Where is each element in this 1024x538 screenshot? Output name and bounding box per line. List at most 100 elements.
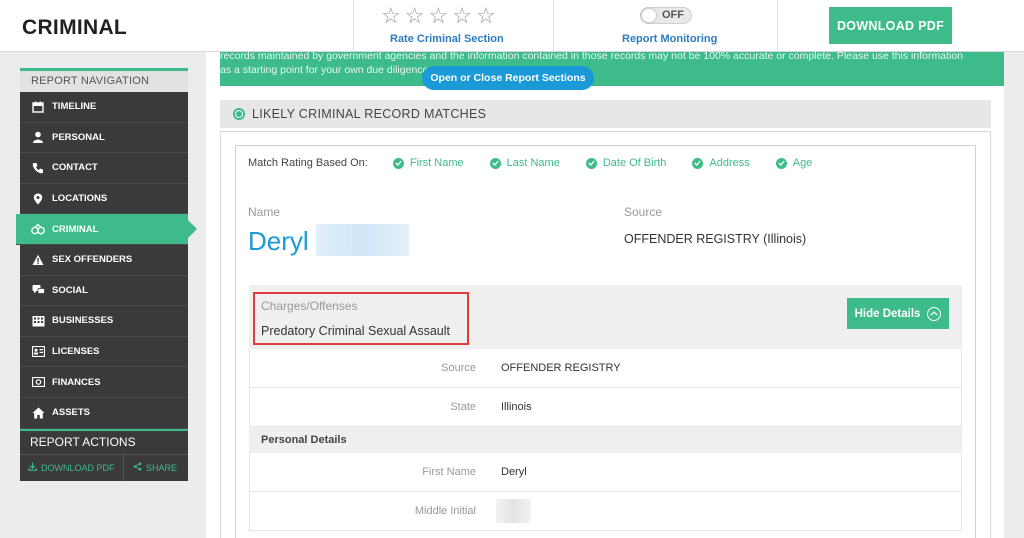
redacted-last-name	[316, 224, 409, 256]
sidebar-item-social[interactable]: SOCIAL	[20, 275, 188, 307]
table-row: Source OFFENDER REGISTRY	[249, 349, 962, 388]
match-rating-row: Match Rating Based On: First Name Last N…	[248, 157, 838, 169]
detail-key: State	[450, 401, 476, 413]
sidebar-item-finances[interactable]: FINANCES	[20, 367, 188, 398]
table-row: First Name Deryl	[249, 453, 962, 492]
star-icon[interactable]: ☆	[405, 5, 425, 27]
share-action-label: SHARE	[146, 462, 178, 473]
hide-details-button[interactable]: Hide Details	[847, 298, 949, 329]
detail-value: OFFENDER REGISTRY	[501, 362, 621, 374]
money-icon	[31, 376, 45, 388]
match-criterion: Date Of Birth	[585, 157, 667, 169]
check-icon	[489, 157, 501, 169]
map-pin-icon	[31, 193, 45, 205]
check-icon	[392, 157, 404, 169]
download-pdf-action[interactable]: DOWNLOAD PDF	[20, 454, 124, 481]
house-icon	[31, 407, 45, 419]
match-criterion: Address	[692, 157, 750, 169]
detail-key: First Name	[422, 466, 476, 478]
record-name: Deryl	[248, 226, 309, 256]
sidebar-item-label: PERSONAL	[52, 131, 105, 143]
sidebar-item-label: BUSINESSES	[52, 315, 114, 327]
sidebar-item-criminal[interactable]: CRIMINAL	[16, 214, 197, 245]
chat-icon	[31, 284, 45, 296]
hide-details-label: Hide Details	[854, 307, 921, 320]
report-actions-row: DOWNLOAD PDF SHARE	[20, 453, 188, 481]
sidebar-item-assets[interactable]: ASSETS	[20, 397, 188, 429]
match-rating-label: Match Rating Based On:	[248, 157, 368, 169]
person-icon	[31, 131, 45, 144]
sidebar-item-personal[interactable]: PERSONAL	[20, 122, 188, 154]
star-icon[interactable]: ☆	[381, 5, 401, 27]
detail-value: Deryl	[501, 466, 527, 478]
sidebar-item-label: SEX OFFENDERS	[52, 254, 133, 266]
share-action[interactable]: SHARE	[124, 455, 177, 481]
table-row: Middle Initial	[249, 492, 962, 531]
check-icon	[775, 157, 787, 169]
match-criterion: Age	[775, 157, 813, 169]
toggle-state-label: OFF	[662, 9, 684, 21]
main-content: records maintained by government agencie…	[206, 52, 1004, 538]
match-criterion-label: Address	[709, 157, 750, 169]
detail-key: Source	[441, 362, 476, 374]
share-icon	[133, 462, 142, 473]
detail-value: Illinois	[501, 401, 532, 413]
match-criterion-label: Last Name	[506, 157, 560, 169]
download-pdf-action-label: DOWNLOAD PDF	[41, 462, 115, 473]
match-criterion-label: Date Of Birth	[602, 157, 667, 169]
building-icon	[31, 315, 45, 327]
redacted-middle-initial	[496, 499, 531, 523]
sidebar-item-businesses[interactable]: BUSINESSES	[20, 306, 188, 337]
section-header-bar[interactable]: LIKELY CRIMINAL RECORD MATCHES	[220, 100, 991, 128]
rate-section-link[interactable]: Rate Criminal Section	[390, 33, 504, 45]
monitoring-toggle[interactable]: OFF	[640, 7, 692, 24]
sidebar-item-licenses[interactable]: LICENSES	[20, 336, 188, 368]
highlight-box	[253, 292, 469, 345]
table-row: State Illinois	[249, 388, 962, 427]
handcuffs-icon	[31, 223, 45, 235]
record-source: OFFENDER REGISTRY (Illinois)	[624, 232, 807, 246]
report-monitoring-link[interactable]: Report Monitoring	[622, 33, 717, 45]
sidebar-item-label: LICENSES	[52, 346, 100, 358]
header-divider	[553, 0, 554, 52]
match-criterion-label: First Name	[409, 157, 464, 169]
disclaimer-text-line2: as a starting point for your own due dil…	[220, 64, 432, 76]
charges-panel: Charges/Offenses Predatory Criminal Sexu…	[249, 285, 962, 349]
match-criterion: First Name	[392, 157, 464, 169]
sidebar-item-timeline[interactable]: TIMELINE	[20, 92, 188, 123]
download-pdf-button[interactable]: DOWNLOAD PDF	[829, 7, 952, 44]
sidebar-item-label: TIMELINE	[52, 101, 97, 113]
rating-stars[interactable]: ☆ ☆ ☆ ☆ ☆	[381, 5, 496, 27]
star-icon[interactable]: ☆	[428, 5, 448, 27]
calendar-icon	[31, 101, 45, 113]
page-title: CRIMINAL	[22, 16, 128, 39]
section-title: LIKELY CRIMINAL RECORD MATCHES	[252, 107, 487, 121]
sidebar-item-locations[interactable]: LOCATIONS	[20, 183, 188, 215]
match-criterion: Last Name	[489, 157, 560, 169]
report-actions-header: REPORT ACTIONS	[20, 428, 188, 454]
toggle-report-sections-button[interactable]: Open or Close Report Sections	[422, 66, 594, 90]
record-details-table: Source OFFENDER REGISTRY State Illinois …	[249, 349, 962, 531]
detail-key: Middle Initial	[414, 505, 476, 517]
star-icon[interactable]: ☆	[452, 5, 472, 27]
sidebar-item-contact[interactable]: CONTACT	[20, 153, 188, 184]
personal-details-header: Personal Details	[249, 427, 962, 453]
check-icon	[692, 157, 704, 169]
sidebar-item-label: SOCIAL	[52, 284, 88, 296]
id-card-icon	[31, 346, 45, 358]
chevron-up-icon	[927, 306, 942, 321]
nav-header: REPORT NAVIGATION	[20, 68, 188, 92]
sidebar-item-label: CONTACT	[52, 162, 98, 174]
sidebar-item-sex-offenders[interactable]: SEX OFFENDERS	[20, 244, 188, 276]
header-divider	[777, 0, 778, 52]
match-criterion-label: Age	[792, 157, 813, 169]
header-divider	[353, 0, 354, 52]
source-label: Source	[624, 205, 663, 219]
disclaimer-text-line1: records maintained by government agencie…	[220, 52, 964, 62]
phone-icon	[31, 162, 45, 174]
disclaimer-banner: records maintained by government agencie…	[220, 52, 1004, 86]
sidebar-item-label: ASSETS	[52, 407, 91, 419]
star-icon[interactable]: ☆	[476, 5, 496, 27]
sidebar-item-label: FINANCES	[52, 376, 101, 388]
name-label: Name	[248, 205, 281, 219]
